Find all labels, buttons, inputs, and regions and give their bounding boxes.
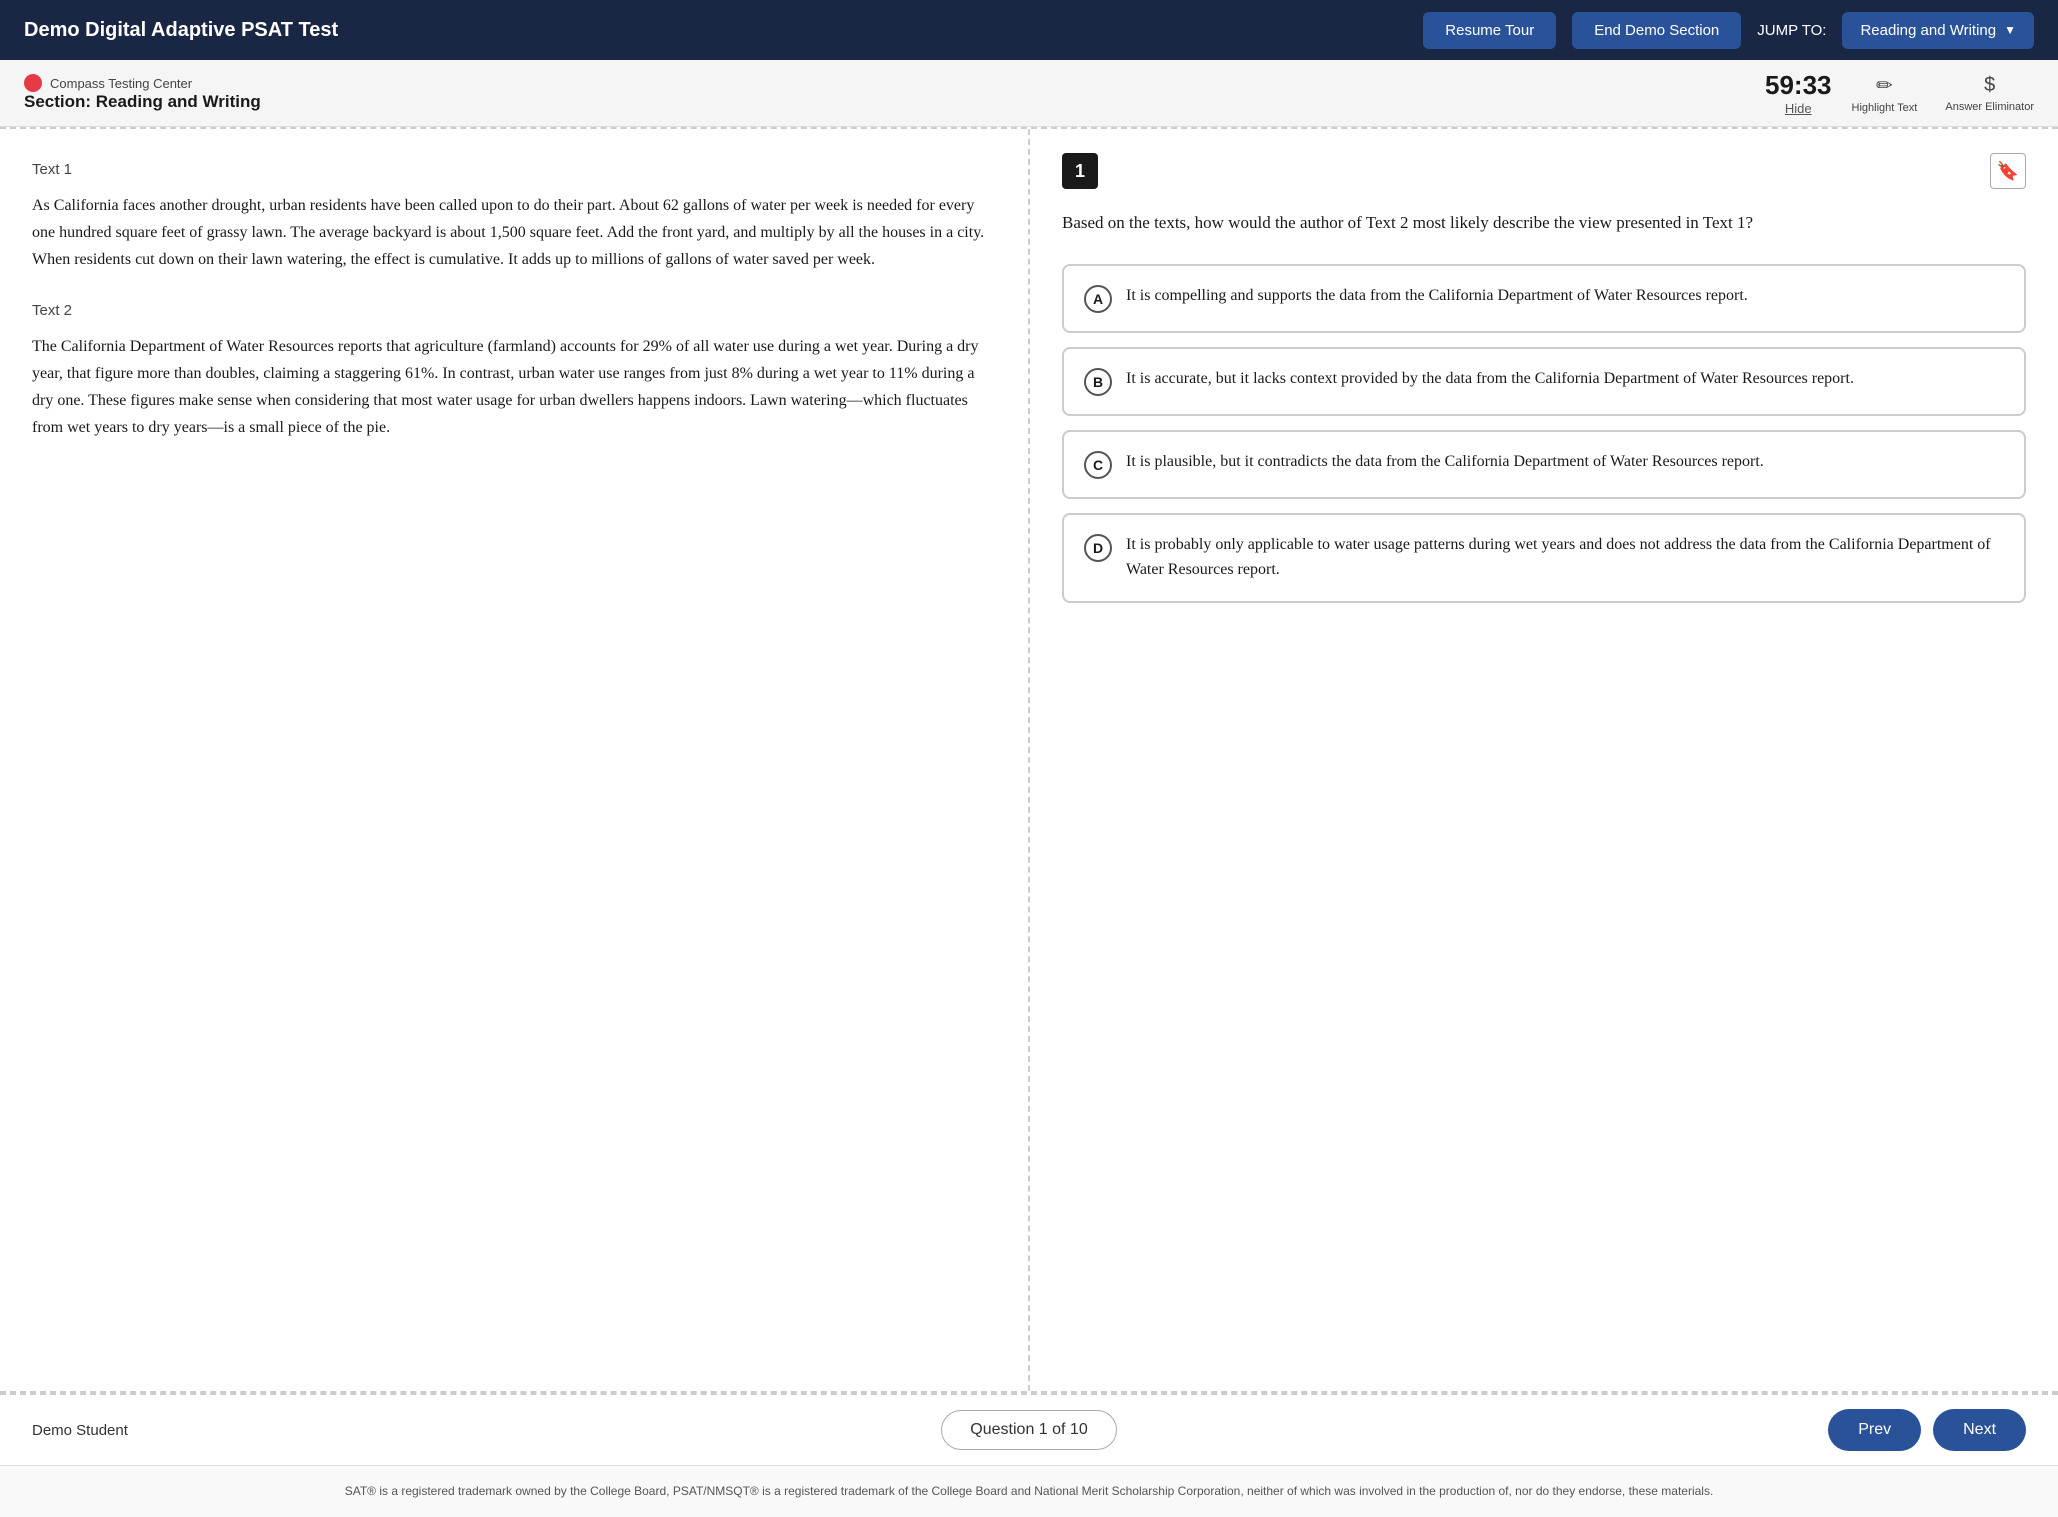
- timer-area: 59:33 Hide: [1765, 70, 1832, 116]
- answer-eliminator-button[interactable]: $ Answer Eliminator: [1945, 74, 2034, 113]
- next-button[interactable]: Next: [1933, 1409, 2026, 1451]
- choice-text-c: It is plausible, but it contradicts the …: [1126, 450, 1764, 475]
- footer-text: SAT® is a registered trademark owned by …: [345, 1484, 1714, 1498]
- choice-letter-a: A: [1084, 285, 1112, 313]
- choice-text-a: It is compelling and supports the data f…: [1126, 284, 1748, 309]
- subheader-left: Compass Testing Center Section: Reading …: [24, 74, 1745, 112]
- main-content: Text 1 As California faces another droug…: [0, 129, 2058, 1391]
- chevron-down-icon: ▼: [2004, 23, 2016, 37]
- choice-letter-d: D: [1084, 534, 1112, 562]
- choice-text-d: It is probably only applicable to water …: [1126, 533, 2004, 583]
- text1-body: As California faces another drought, urb…: [32, 192, 996, 274]
- subheader: Compass Testing Center Section: Reading …: [0, 60, 2058, 127]
- end-demo-button[interactable]: End Demo Section: [1572, 12, 1741, 49]
- choice-letter-b: B: [1084, 368, 1112, 396]
- answer-choice-b[interactable]: B It is accurate, but it lacks context p…: [1062, 347, 2026, 416]
- highlight-text-button[interactable]: ✏ Highlight Text: [1852, 73, 1918, 114]
- student-name: Demo Student: [32, 1422, 941, 1439]
- resume-tour-button[interactable]: Resume Tour: [1423, 12, 1556, 49]
- text2-body: The California Department of Water Resou…: [32, 333, 996, 442]
- answer-eliminator-label: Answer Eliminator: [1945, 101, 2034, 113]
- strikethrough-icon: $: [1984, 74, 1995, 97]
- question-text: Based on the texts, how would the author…: [1062, 209, 2026, 236]
- top-nav: Demo Digital Adaptive PSAT Test Resume T…: [0, 0, 2058, 60]
- jump-to-value: Reading and Writing: [1860, 22, 1996, 39]
- text2-label: Text 2: [32, 302, 996, 319]
- answer-choice-d[interactable]: D It is probably only applicable to wate…: [1062, 513, 2026, 603]
- pencil-icon: ✏: [1876, 73, 1893, 98]
- question-number-badge: 1: [1062, 153, 1098, 189]
- footer: SAT® is a registered trademark owned by …: [0, 1465, 2058, 1517]
- answer-choice-a[interactable]: A It is compelling and supports the data…: [1062, 264, 2026, 333]
- bookmark-icon: 🔖: [1997, 161, 2019, 182]
- app-title: Demo Digital Adaptive PSAT Test: [24, 19, 1407, 42]
- choice-text-b: It is accurate, but it lacks context pro…: [1126, 367, 1854, 392]
- question-panel: 1 🔖 Based on the texts, how would the au…: [1030, 129, 2058, 1391]
- org-info: Compass Testing Center: [24, 74, 1745, 92]
- org-name: Compass Testing Center: [50, 76, 192, 91]
- text1-label: Text 1: [32, 161, 996, 178]
- highlight-text-label: Highlight Text: [1852, 102, 1918, 114]
- bookmark-button[interactable]: 🔖: [1990, 153, 2026, 189]
- nav-buttons: Prev Next: [1117, 1409, 2026, 1451]
- jump-to-label: JUMP TO:: [1757, 22, 1826, 39]
- timer-display: 59:33: [1765, 70, 1832, 101]
- prev-button[interactable]: Prev: [1828, 1409, 1921, 1451]
- answer-choice-c[interactable]: C It is plausible, but it contradicts th…: [1062, 430, 2026, 499]
- question-counter: Question 1 of 10: [941, 1410, 1116, 1450]
- hide-timer-button[interactable]: Hide: [1785, 101, 1812, 116]
- passage-panel: Text 1 As California faces another droug…: [0, 129, 1030, 1391]
- jump-to-button[interactable]: Reading and Writing ▼: [1842, 12, 2034, 49]
- choice-letter-c: C: [1084, 451, 1112, 479]
- answer-choices-container: A It is compelling and supports the data…: [1062, 264, 2026, 603]
- section-label: Section: Reading and Writing: [24, 92, 1745, 112]
- tools-area: ✏ Highlight Text $ Answer Eliminator: [1852, 73, 2034, 114]
- question-header: 1 🔖: [1062, 153, 2026, 189]
- compass-logo-icon: [24, 74, 42, 92]
- bottom-bar: Demo Student Question 1 of 10 Prev Next: [0, 1393, 2058, 1465]
